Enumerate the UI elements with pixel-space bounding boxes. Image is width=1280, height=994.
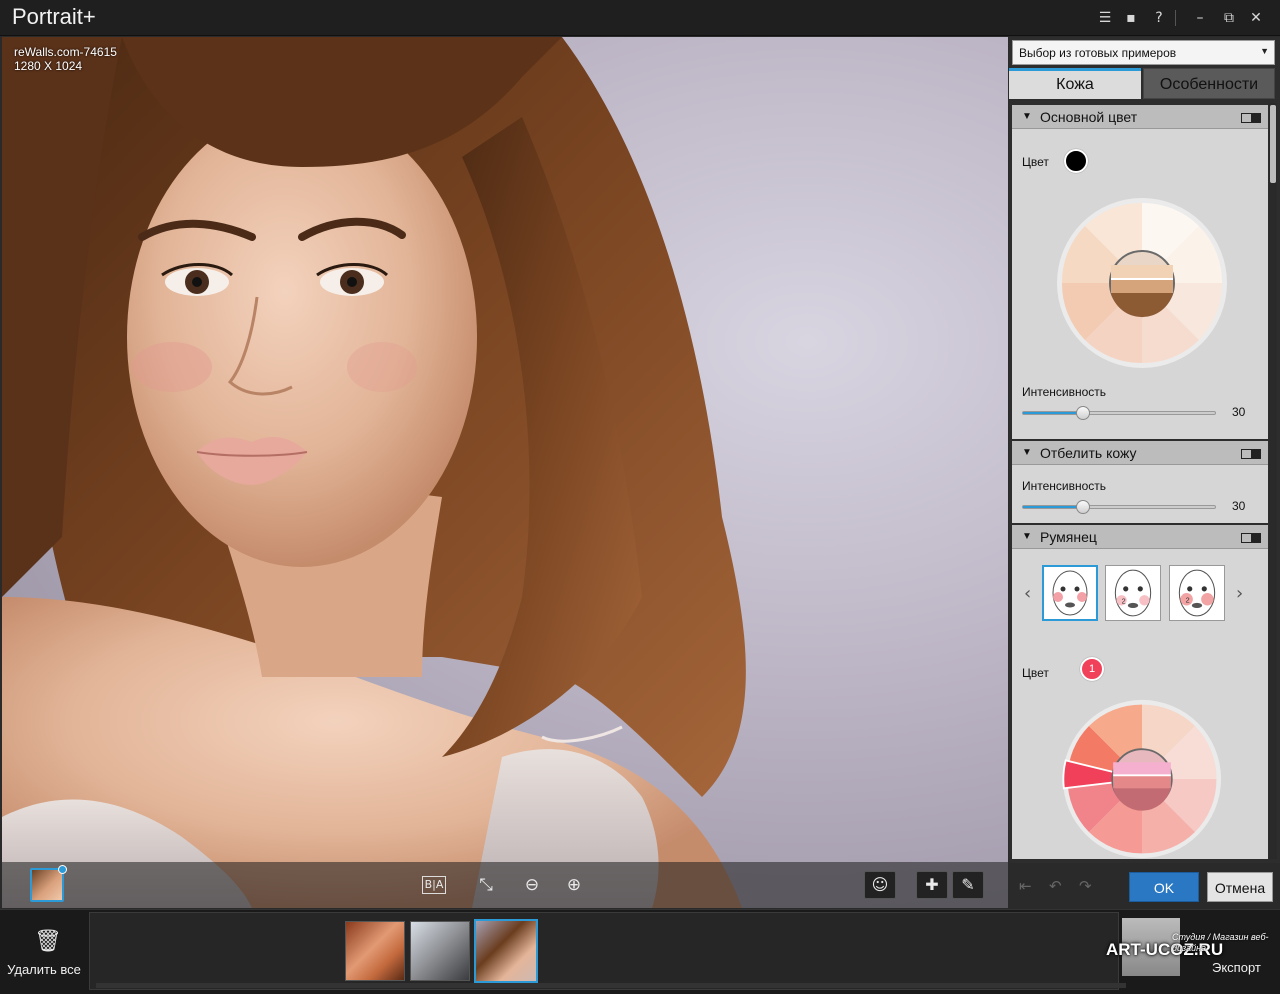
preset-number: 2 — [1122, 596, 1126, 605]
filmstrip-thumbnail[interactable] — [410, 921, 470, 981]
export-button[interactable]: ART-UCOZ.RU Студия / Магазин веб-дизайна… — [1106, 910, 1280, 994]
chevron-right-icon[interactable]: › — [1236, 583, 1243, 604]
list-icon[interactable]: ☰ — [1095, 8, 1115, 28]
intensity-value: 30 — [1232, 499, 1246, 513]
close-icon[interactable]: ✕ — [1246, 8, 1266, 28]
redo-icon[interactable]: ↷ — [1079, 877, 1092, 895]
panel-scroll-area: ▼ Основной цвет Цвет Интенсивность 30 ▼ … — [1012, 103, 1268, 859]
face-icon: 2 — [1114, 569, 1152, 617]
color-label: Цвет — [1022, 666, 1049, 680]
chat-icon[interactable]: ▪ — [1121, 8, 1141, 28]
blush-preset-3[interactable]: 2 — [1169, 565, 1225, 621]
title-bar: Portrait+ ☰ ▪ ? – ⧉ ✕ — [0, 0, 1280, 36]
bandage-icon[interactable]: ✚ — [916, 871, 948, 899]
section-toggle[interactable] — [1241, 449, 1261, 459]
bottom-bar: 🗑 Удалить все ART-UCOZ.RU Студия / Магаз… — [0, 909, 1280, 994]
section-toggle[interactable] — [1241, 533, 1261, 543]
blush-color-swatch[interactable]: 1 — [1080, 657, 1104, 681]
preset-dropdown-value: Выбор из готовых примеров — [1019, 46, 1177, 60]
slider-fill — [1023, 506, 1081, 508]
image-source: reWalls.com-74615 — [14, 45, 117, 59]
face-indicator-dot — [58, 865, 67, 874]
tab-features[interactable]: Особенности — [1143, 68, 1275, 99]
zoom-in-icon[interactable]: ⊕ — [560, 871, 588, 899]
fit-to-screen-icon[interactable]: ⤡ — [472, 871, 500, 899]
slider-knob[interactable] — [1076, 500, 1090, 514]
chevron-left-icon[interactable]: ‹ — [1024, 583, 1031, 604]
section-title: Румянец — [1040, 529, 1097, 545]
section-body-base-color: Цвет Интенсивность 30 — [1012, 129, 1268, 439]
section-body-blush: ‹ 2 2 › Цвет 1 — [1012, 549, 1268, 859]
filmstrip-thumbnail[interactable] — [345, 921, 405, 981]
section-body-whiten-skin: Интенсивность 30 — [1012, 465, 1268, 523]
minimize-icon[interactable]: – — [1190, 8, 1210, 28]
ok-button[interactable]: OK — [1129, 872, 1199, 902]
intensity-label: Интенсивность — [1022, 385, 1107, 399]
preset-number: 2 — [1186, 595, 1190, 604]
slider-knob[interactable] — [1076, 406, 1090, 420]
chevron-down-icon: ▼ — [1260, 46, 1269, 56]
restore-icon[interactable]: ⧉ — [1219, 8, 1239, 28]
before-after-icon[interactable]: B|A — [422, 876, 446, 894]
intensity-slider[interactable] — [1022, 500, 1216, 514]
preset-dropdown[interactable]: Выбор из готовых примеров ▼ — [1012, 40, 1275, 65]
delete-all-label: Удалить все — [7, 962, 81, 977]
intensity-value: 30 — [1232, 405, 1246, 419]
filmstrip-scrollbar[interactable] — [96, 983, 1126, 988]
panel-scrollbar[interactable] — [1269, 103, 1277, 859]
undo-all-icon[interactable]: ⇤ — [1019, 877, 1032, 895]
section-title: Основной цвет — [1040, 109, 1138, 125]
section-toggle[interactable] — [1241, 113, 1261, 123]
delete-all-button[interactable]: 🗑 Удалить все — [0, 910, 88, 994]
image-info: reWalls.com-74615 1280 X 1024 — [14, 45, 117, 73]
blush-preset-1[interactable] — [1042, 565, 1098, 621]
intensity-slider[interactable] — [1022, 406, 1216, 420]
trash-icon: 🗑 — [34, 929, 62, 954]
image-canvas[interactable]: reWalls.com-74615 1280 X 1024 B|A ⤡ ⊖ ⊕ … — [2, 37, 1008, 908]
panel-footer: ⇤ ↶ ↷ OK Отмена — [1009, 863, 1280, 908]
watermark-subtitle: Студия / Магазин веб-дизайна — [1172, 932, 1269, 953]
section-header-blush[interactable]: ▼ Румянец — [1012, 525, 1268, 549]
filmstrip — [89, 912, 1119, 990]
adjustments-panel: Выбор из готовых примеров ▼ Кожа Особенн… — [1009, 37, 1280, 908]
app-title: Portrait+ — [12, 4, 96, 29]
brush-icon[interactable]: ✎ — [952, 871, 984, 899]
help-icon[interactable]: ? — [1149, 8, 1169, 28]
base-color-swatch[interactable] — [1064, 149, 1088, 173]
collapse-triangle-icon: ▼ — [1022, 111, 1032, 122]
canvas-toolbar: B|A ⤡ ⊖ ⊕ ☺ ✚ ✎ — [2, 862, 1008, 908]
panel-tabs: Кожа Особенности — [1009, 68, 1280, 99]
collapse-triangle-icon: ▼ — [1022, 531, 1032, 542]
face-icon — [1052, 570, 1088, 616]
filmstrip-thumbnail-selected[interactable] — [474, 919, 538, 983]
app-window: Portrait+ ☰ ▪ ? – ⧉ ✕ reWalls.com-74615 … — [0, 0, 1280, 994]
titlebar-divider — [1175, 10, 1176, 26]
cancel-button[interactable]: Отмена — [1207, 872, 1273, 902]
section-header-whiten-skin[interactable]: ▼ Отбелить кожу — [1012, 441, 1268, 465]
skin-color-wheel[interactable] — [1056, 197, 1228, 369]
image-dimensions: 1280 X 1024 — [14, 59, 83, 73]
face-detect-icon[interactable]: ☺ — [864, 871, 896, 899]
section-title: Отбелить кожу — [1040, 445, 1137, 461]
section-header-base-color[interactable]: ▼ Основной цвет — [1012, 105, 1268, 129]
tab-skin[interactable]: Кожа — [1009, 68, 1141, 99]
portrait-photo — [2, 37, 746, 908]
slider-fill — [1023, 412, 1081, 414]
scrollbar-thumb[interactable] — [1270, 105, 1276, 183]
face-icon: 2 — [1178, 569, 1216, 617]
undo-icon[interactable]: ↶ — [1049, 877, 1062, 895]
zoom-out-icon[interactable]: ⊖ — [518, 871, 546, 899]
blush-preset-2[interactable]: 2 — [1105, 565, 1161, 621]
intensity-label: Интенсивность — [1022, 479, 1107, 493]
blush-color-wheel[interactable] — [1056, 699, 1228, 859]
collapse-triangle-icon: ▼ — [1022, 447, 1032, 458]
color-label: Цвет — [1022, 155, 1049, 169]
export-label: Экспорт — [1212, 960, 1261, 975]
